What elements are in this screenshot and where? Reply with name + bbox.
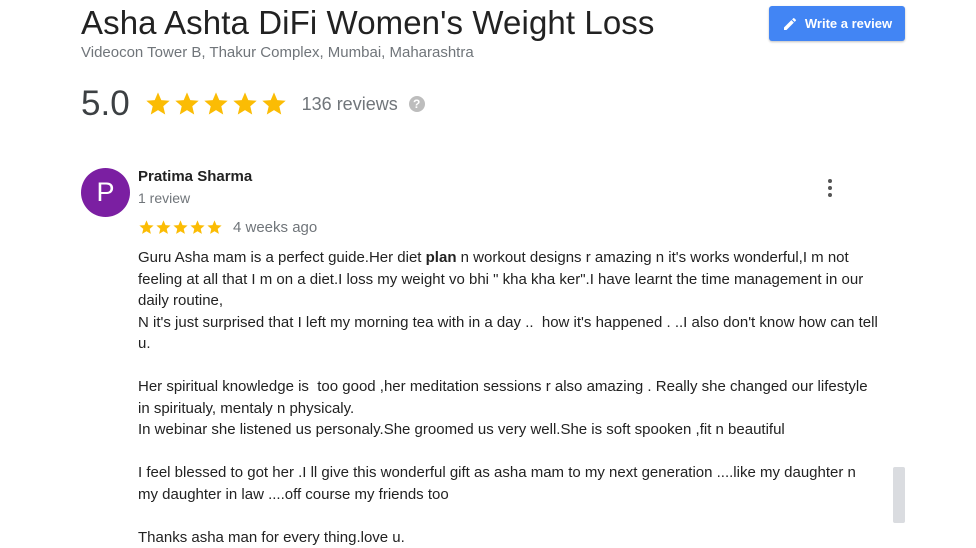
reviewer-review-count: 1 review: [138, 190, 190, 206]
review-stars: [138, 219, 223, 236]
rating-summary: 5.0 136 reviews ?: [81, 82, 425, 126]
review-paragraph: Guru Asha mam is a perfect guide.Her die…: [138, 247, 878, 312]
star-icon: [144, 90, 172, 118]
pencil-icon: [782, 16, 798, 32]
review-highlight: plan: [426, 249, 457, 266]
review-paragraph: I feel blessed to got her .I ll give thi…: [138, 462, 878, 505]
write-review-button[interactable]: Write a review: [769, 6, 905, 41]
review-rating: 4 weeks ago: [138, 217, 317, 237]
star-icon: [189, 219, 206, 236]
business-address: Videocon Tower B, Thakur Complex, Mumbai…: [81, 44, 474, 61]
rating-stars: [144, 90, 288, 118]
review-paragraph: N it's just surprised that I left my mor…: [138, 312, 878, 355]
business-name: Asha Ashta DiFi Women's Weight Loss: [81, 4, 655, 42]
review-count-link[interactable]: 136 reviews: [302, 94, 398, 115]
avatar[interactable]: P: [81, 168, 130, 217]
scrollbar[interactable]: [893, 467, 905, 523]
star-icon: [138, 219, 155, 236]
reviewer-name[interactable]: Pratima Sharma: [138, 168, 252, 185]
review-text-segment: Guru Asha mam is a perfect guide.Her die…: [138, 249, 426, 266]
star-icon: [172, 219, 189, 236]
star-icon: [231, 90, 259, 118]
review-paragraph: In webinar she listened us personaly.She…: [138, 419, 878, 441]
rating-value: 5.0: [81, 84, 130, 124]
write-review-label: Write a review: [805, 16, 892, 31]
review-date: 4 weeks ago: [233, 219, 317, 236]
star-icon: [173, 90, 201, 118]
star-icon: [260, 90, 288, 118]
star-icon: [155, 219, 172, 236]
star-icon: [206, 219, 223, 236]
question-icon[interactable]: ?: [409, 96, 425, 112]
review-paragraph: Thanks asha man for every thing.love u.: [138, 527, 878, 548]
review-paragraph: Her spiritual knowledge is too good ,her…: [138, 376, 878, 419]
star-icon: [202, 90, 230, 118]
more-vert-icon[interactable]: [820, 178, 840, 198]
review-text: Guru Asha mam is a perfect guide.Her die…: [138, 247, 878, 548]
